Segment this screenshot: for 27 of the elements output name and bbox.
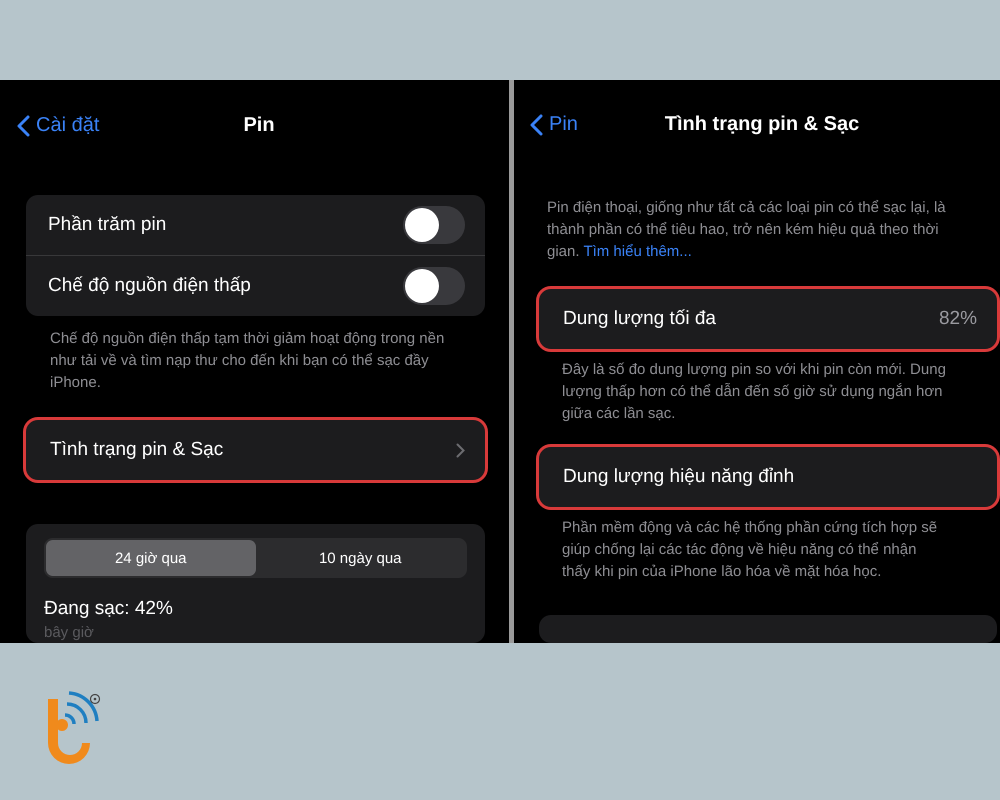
segment-tab[interactable]: 10 ngày qua [256, 540, 465, 576]
description-text: Phần mềm động và các hệ thống phần cứng tích hợp sẽ giúp chống lại các tác động về hiệu năng có thể nhận thấy khi pin của iPhone lão hóa về mặt hóa học. [562, 518, 938, 582]
screen-title: Pin [243, 114, 275, 136]
settings-row[interactable]: Dung lượng hiệu năng đỉnh [539, 446, 997, 507]
settings-row[interactable]: Dung lượng tối đa 82% [539, 288, 997, 349]
back-chevron-icon [530, 114, 543, 136]
charging-status: Đang sạc: 42% [44, 598, 174, 620]
toggle-switch[interactable] [403, 267, 465, 306]
setting-label: Chế độ nguồn điện thấp [48, 275, 251, 298]
back-link[interactable]: Pin [530, 113, 578, 136]
row-label: Tình trạng pin & Sạc [50, 439, 224, 462]
toggle-switch[interactable] [403, 206, 465, 244]
back-link[interactable]: Cài đặt [17, 114, 100, 138]
description-text: Chế độ nguồn điện thấp tạm thời giảm hoạt động trong nền như tải về và tìm nạp thư cho đến khi bạn có thể sạc đầy iPhone. [50, 329, 446, 394]
status-time: bây giờ [44, 624, 95, 642]
back-chevron-icon [17, 114, 30, 137]
row-value: 82% [938, 308, 977, 330]
description-text: Đây là số đo dung lượng pin so với khi pin còn mới. Dung lượng thấp hơn có thể dẫn đến số giờ sử dụng ngắn hơn giữa các lần sạc. [562, 360, 947, 424]
row-label: Dung lượng hiệu năng đỉnh [563, 466, 794, 488]
screen-title: Tình trạng pin & Sạc [664, 113, 860, 136]
description-text: Pin điện thoại, giống như tất cả các loại pin có thể sạc lại, là thành phần có thể tiêu hao, trở nên kém hiệu quả theo thời gian. Tìm hiểu thêm... [547, 198, 947, 262]
row-label: Dung lượng tối đa [563, 308, 716, 330]
segment-tab[interactable]: 24 giờ qua [46, 540, 256, 576]
setting-label: Phần trăm pin [48, 214, 166, 236]
learn-more-link[interactable]: Tìm hiểu thêm... [583, 242, 692, 260]
settings-row[interactable]: Tình trạng pin & Sạc [26, 420, 485, 480]
chevron-right-icon [456, 442, 465, 458]
